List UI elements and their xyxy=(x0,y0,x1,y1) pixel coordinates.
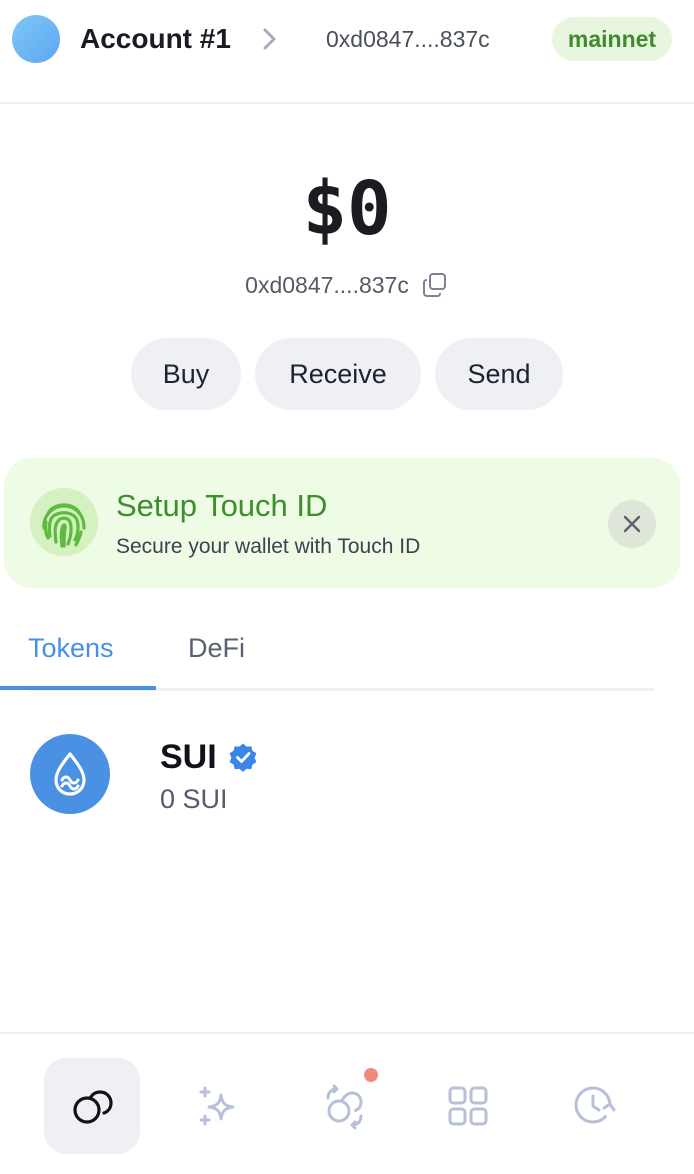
nav-swap-button[interactable] xyxy=(296,1058,392,1154)
network-badge[interactable]: mainnet xyxy=(552,17,672,61)
chevron-right-icon[interactable] xyxy=(258,24,282,54)
active-tab-indicator xyxy=(0,686,156,690)
header-address[interactable]: 0xd0847....837c xyxy=(326,24,490,54)
banner-title: Setup Touch ID xyxy=(116,488,328,523)
sparkles-icon xyxy=(199,1086,235,1126)
bottom-nav xyxy=(0,1032,694,1174)
token-balance: 0 SUI xyxy=(160,784,228,814)
account-name[interactable]: Account #1 xyxy=(80,22,231,56)
nav-ai-button[interactable] xyxy=(170,1058,266,1154)
nav-home-button[interactable] xyxy=(44,1058,140,1154)
fingerprint-icon xyxy=(30,488,98,556)
account-avatar[interactable] xyxy=(12,15,60,63)
grid-icon xyxy=(448,1086,488,1126)
nav-history-button[interactable] xyxy=(546,1058,642,1154)
close-banner-button[interactable] xyxy=(608,500,656,548)
action-buttons: Buy Receive Send xyxy=(0,338,694,410)
close-icon xyxy=(623,515,641,533)
tab-tokens[interactable]: Tokens xyxy=(28,630,114,666)
header: Account #1 0xd0847....837c mainnet xyxy=(0,0,694,104)
sui-logo-icon xyxy=(30,734,110,814)
wallet-address: 0xd0847....837c xyxy=(245,272,409,298)
buy-button[interactable]: Buy xyxy=(131,338,241,410)
copy-icon[interactable] xyxy=(421,271,449,299)
coins-icon xyxy=(73,1090,113,1124)
token-row-sui[interactable]: SUI 0 SUI xyxy=(0,716,694,836)
wallet-balance: $0 xyxy=(302,166,392,252)
send-button[interactable]: Send xyxy=(435,338,563,410)
receive-button[interactable]: Receive xyxy=(255,338,421,410)
tab-defi[interactable]: DeFi xyxy=(188,630,245,666)
swap-icon xyxy=(326,1084,363,1130)
address-row: 0xd0847....837c xyxy=(0,268,694,302)
clock-icon xyxy=(574,1086,616,1124)
nav-apps-button[interactable] xyxy=(420,1058,516,1154)
touch-id-banner[interactable]: Setup Touch ID Secure your wallet with T… xyxy=(4,458,680,588)
token-name: SUI xyxy=(160,738,217,776)
verified-badge-icon xyxy=(228,742,258,772)
notification-dot xyxy=(364,1068,378,1082)
banner-subtitle: Secure your wallet with Touch ID xyxy=(116,535,421,558)
